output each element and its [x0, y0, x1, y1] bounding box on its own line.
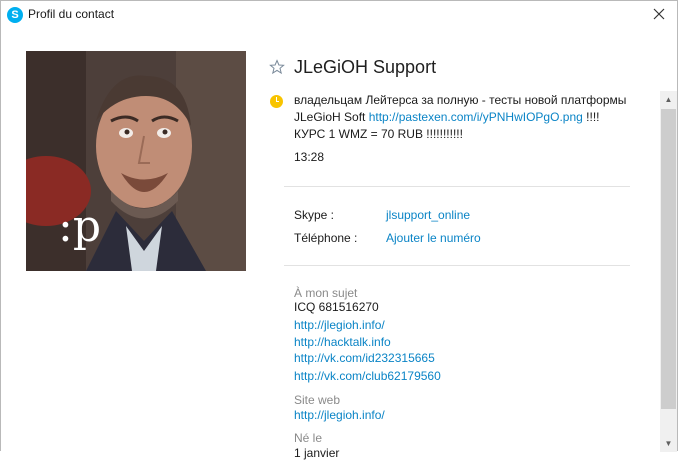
scroll-thumb[interactable] — [661, 109, 676, 409]
birth-label: Né le — [294, 431, 323, 445]
website-label: Site web — [294, 393, 341, 407]
skype-icon: S — [7, 7, 23, 23]
close-button[interactable] — [647, 3, 671, 25]
avatar-caption: :p — [58, 201, 101, 252]
about-link[interactable]: http://vk.com/club62179560 — [294, 369, 441, 383]
skype-name-value[interactable]: jlsupport_online — [386, 208, 470, 222]
title-bar[interactable]: S Profil du contact — [1, 1, 677, 29]
close-icon — [653, 8, 665, 20]
away-status-icon — [270, 95, 283, 108]
contact-name: JLeGiOH Support — [294, 57, 437, 77]
window-title: Profil du contact — [28, 7, 115, 21]
about-label: À mon sujet — [294, 286, 358, 300]
mood-timestamp: 13:28 — [294, 150, 325, 164]
mood-link[interactable]: http://pastexen.com/i/yPNHwIOPgO.png — [369, 110, 583, 124]
avatar: :p — [26, 51, 246, 271]
favorite-star-icon[interactable] — [269, 59, 285, 75]
divider — [284, 186, 630, 187]
about-link[interactable]: http://jlegioh.info/ — [294, 318, 385, 332]
skype-label: Skype : — [294, 208, 335, 222]
contact-profile-window: S Profil du contact :p JLeGiOH Support в… — [0, 0, 678, 460]
vertical-scrollbar[interactable]: ▲ ▼ — [660, 91, 677, 452]
divider — [284, 265, 630, 266]
icq-text: ICQ 681516270 — [294, 300, 379, 314]
scroll-down-arrow-icon[interactable]: ▼ — [660, 435, 677, 452]
about-link[interactable]: http://vk.com/id232315665 — [294, 351, 435, 365]
birth-value: 1 janvier — [294, 446, 340, 460]
scroll-up-arrow-icon[interactable]: ▲ — [660, 91, 677, 108]
add-phone-link[interactable]: Ajouter le numéro — [386, 231, 481, 245]
phone-label: Téléphone : — [294, 231, 358, 245]
website-link[interactable]: http://jlegioh.info/ — [294, 408, 385, 422]
about-link[interactable]: http://hacktalk.info — [294, 335, 391, 349]
mood-message: владельцам Лейтерса за полную - тесты но… — [294, 92, 634, 143]
